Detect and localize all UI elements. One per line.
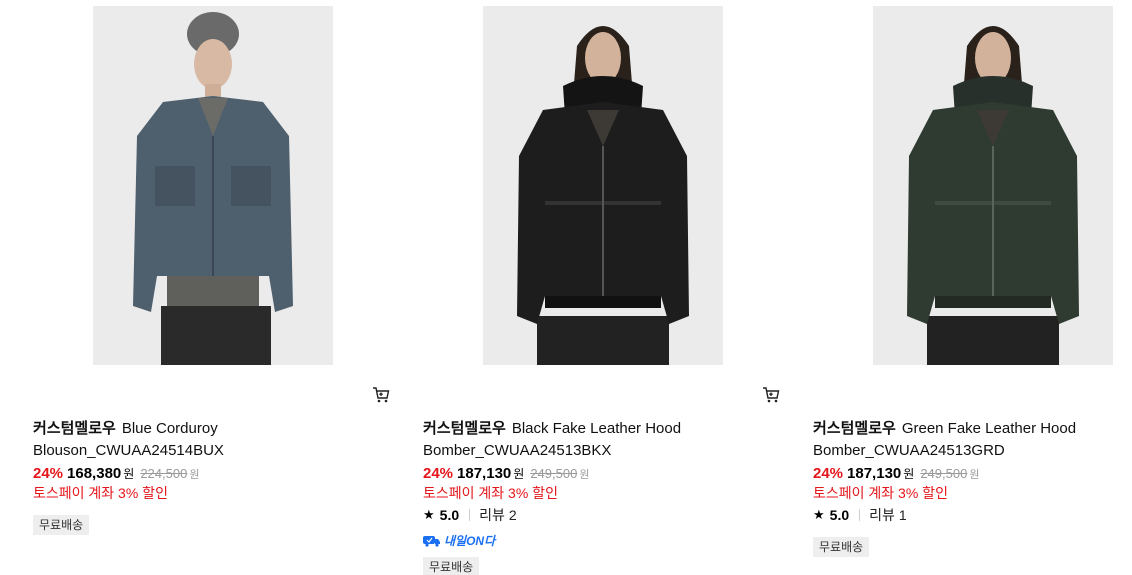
- star-icon: ★: [813, 507, 825, 522]
- product-title[interactable]: 커스텀멜로우 Blue Corduroy Blouson_CWUAA24514BU…: [33, 418, 353, 462]
- product-image[interactable]: [93, 6, 333, 365]
- price-unit: 원: [123, 467, 135, 481]
- discount-rate: 24%: [423, 465, 454, 482]
- free-shipping-tag: 무료배송: [423, 557, 480, 575]
- product-grid: 커스텀멜로우 Blue Corduroy Blouson_CWUAA24514BU…: [0, 0, 1132, 575]
- product-card[interactable]: 커스텀멜로우 Black Fake Leather Hood Bomber_CWU…: [423, 0, 783, 575]
- price-unit: 원: [903, 467, 915, 481]
- rating-value: 5.0: [439, 507, 460, 523]
- free-shipping-tag: 무료배송: [813, 537, 870, 557]
- promo-text: 토스페이 계좌 3% 할인: [423, 485, 558, 501]
- product-title[interactable]: 커스텀멜로우 Black Fake Leather Hood Bomber_CWU…: [423, 418, 743, 462]
- original-price: 249,500: [920, 466, 968, 481]
- review-label: 리뷰: [869, 507, 895, 523]
- brand-name[interactable]: 커스텀멜로우: [33, 420, 116, 437]
- review-count: 2: [508, 507, 517, 523]
- divider: [859, 509, 861, 521]
- sale-price: 187,130: [457, 465, 512, 482]
- star-icon: ★: [423, 507, 435, 522]
- original-price-unit: 원: [579, 469, 590, 481]
- review-row[interactable]: ★ 5.0 리뷰 2: [423, 506, 517, 524]
- review-row[interactable]: ★ 5.0 리뷰 1: [813, 506, 907, 524]
- free-shipping-tag: 무료배송: [33, 515, 90, 535]
- delivery-truck-icon: [423, 535, 440, 547]
- original-price-unit: 원: [969, 469, 980, 481]
- product-image[interactable]: [483, 6, 723, 365]
- delivery-badge: 내일ON다: [423, 532, 495, 549]
- delivery-badge-label: 내일ON다: [444, 534, 496, 548]
- promo-text: 토스페이 계좌 3% 할인: [33, 485, 168, 501]
- cart-icon[interactable]: [762, 386, 782, 406]
- product-card[interactable]: 커스텀멜로우 Blue Corduroy Blouson_CWUAA24514BU…: [33, 0, 393, 575]
- review-count: 1: [898, 507, 907, 523]
- product-image[interactable]: [873, 6, 1113, 365]
- product-title[interactable]: 커스텀멜로우 Green Fake Leather Hood Bomber_CWU…: [813, 418, 1132, 462]
- cart-icon[interactable]: [372, 386, 392, 406]
- original-price: 249,500: [530, 466, 578, 481]
- discount-rate: 24%: [813, 465, 844, 482]
- sale-price: 187,130: [847, 465, 902, 482]
- original-price: 224,500: [140, 466, 188, 481]
- price-row: 24% 187,130 원 249,500 원: [423, 464, 589, 485]
- divider: [469, 509, 471, 521]
- price-unit: 원: [513, 467, 525, 481]
- discount-rate: 24%: [33, 465, 64, 482]
- brand-name[interactable]: 커스텀멜로우: [423, 420, 506, 437]
- promo-text: 토스페이 계좌 3% 할인: [813, 485, 948, 501]
- price-row: 24% 187,130 원 249,500 원: [813, 464, 979, 485]
- original-price-unit: 원: [189, 469, 200, 481]
- review-label: 리뷰: [479, 507, 505, 523]
- sale-price: 168,380: [67, 465, 122, 482]
- price-row: 24% 168,380 원 224,500 원: [33, 464, 199, 485]
- brand-name[interactable]: 커스텀멜로우: [813, 420, 896, 437]
- rating-value: 5.0: [829, 507, 850, 523]
- product-card[interactable]: 커스텀멜로우 Green Fake Leather Hood Bomber_CWU…: [763, 0, 1132, 575]
